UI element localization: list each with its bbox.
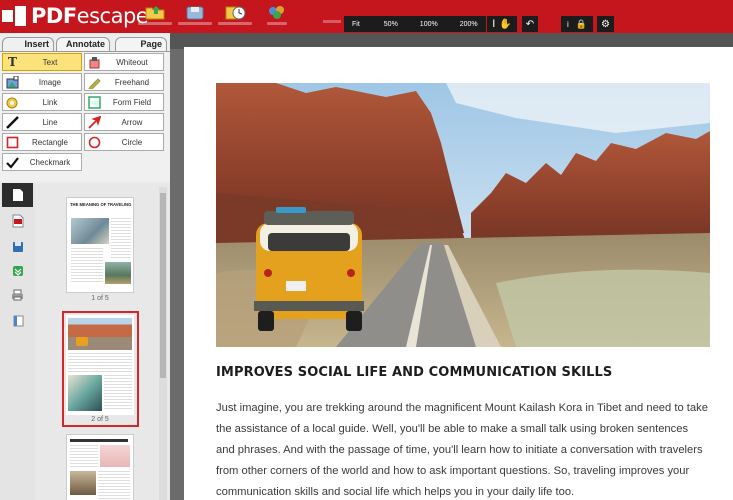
pdf-document-button[interactable] (2, 209, 33, 233)
logo[interactable]: PDFescape (2, 2, 149, 30)
print-button[interactable] (2, 283, 33, 307)
section-heading: IMPROVES SOCIAL LIFE AND COMMUNICATION S… (216, 365, 613, 380)
page-thumbnail-2[interactable] (66, 315, 134, 415)
paragraph-line: from other corners of the world and how … (216, 465, 690, 477)
tool-link[interactable]: Link (2, 93, 82, 111)
undo-icon: ↶ (525, 18, 535, 30)
layout-icon (13, 315, 23, 327)
layout-button[interactable] (2, 309, 33, 333)
tool-whiteout[interactable]: Whiteout (84, 53, 164, 71)
tool-freehand[interactable]: Freehand (84, 73, 164, 91)
history-clock-icon[interactable] (218, 3, 252, 25)
info-icon: i (567, 19, 569, 29)
download-button[interactable] (2, 259, 33, 283)
image-icon (6, 75, 19, 89)
zoom-50[interactable]: 50% (368, 21, 406, 28)
document-viewer: IMPROVES SOCIAL LIFE AND COMMUNICATION S… (170, 33, 733, 500)
zoom-controls: Fit 50% 100% 200% (344, 16, 486, 32)
body-paragraph: Just imagine, you are trekking around th… (216, 398, 721, 500)
hero-image (216, 83, 710, 347)
insert-tools: T Text Whiteout Image Freehand Link Form… (0, 51, 170, 181)
desert-road-van-photo (216, 83, 710, 347)
settings-button[interactable]: ⚙ (597, 16, 614, 32)
link-icon (6, 96, 19, 109)
save-disk-icon[interactable] (178, 3, 212, 25)
zoom-100[interactable]: 100% (406, 21, 446, 28)
logo-text: PDFescape (31, 4, 149, 28)
tool-text[interactable]: T Text (2, 53, 82, 71)
page-thumbnail-3[interactable] (66, 434, 134, 500)
zoom-label (323, 20, 341, 23)
left-panel: Insert Annotate Page T Text Whiteout Ima… (0, 33, 170, 500)
form-field-icon (88, 96, 101, 109)
eraser-icon (88, 56, 101, 69)
tool-image[interactable]: Image (2, 73, 82, 91)
page-thumbnails: THE MEANING OF TRAVELING 1 of 5 2 of 5 (35, 183, 170, 500)
page-thumbnails-button[interactable] (2, 183, 33, 207)
logo-icon (2, 4, 28, 28)
tool-tabs: Insert Annotate Page (0, 35, 170, 51)
pdfescape-app: PDFescape Fit 50% 100% 200% I ✋ ↶ i 🔒 ⚙ … (0, 0, 733, 500)
tab-annotate[interactable]: Annotate (56, 37, 110, 51)
undo-button[interactable]: ↶ (522, 16, 538, 32)
arrow-icon (88, 115, 102, 129)
share-icon[interactable] (266, 3, 288, 25)
text-T-icon: T (8, 55, 17, 69)
tool-line[interactable]: Line (2, 113, 82, 131)
page-icon (12, 189, 23, 201)
tab-page[interactable]: Page (115, 37, 167, 51)
lock-icon: 🔒 (575, 18, 587, 29)
paragraph-line: Just imagine, you are trekking around th… (216, 402, 708, 414)
text-select-tool-button[interactable]: I ✋ (487, 16, 517, 32)
zoom-200[interactable]: 200% (446, 21, 486, 28)
pencil-icon (88, 76, 101, 90)
tool-arrow[interactable]: Arrow (84, 113, 164, 131)
pdf-page[interactable]: IMPROVES SOCIAL LIFE AND COMMUNICATION S… (184, 47, 733, 500)
printer-icon (12, 289, 23, 301)
thumbnail-caption: 1 of 5 (91, 295, 109, 302)
sidebar-icon-bar (0, 183, 35, 500)
paragraph-line: communication skills and social life whi… (216, 486, 575, 498)
top-toolbar: PDFescape Fit 50% 100% 200% I ✋ ↶ i 🔒 ⚙ (0, 0, 733, 33)
thumbnail-caption: 2 of 5 (91, 416, 109, 423)
page-thumbnail-1[interactable]: THE MEANING OF TRAVELING (66, 197, 134, 293)
open-folder-icon[interactable] (138, 3, 172, 25)
paragraph-line: the assistance of a local guide. Well, y… (216, 423, 689, 435)
zoom-fit[interactable]: Fit (344, 21, 368, 28)
paragraph-line: and phrases. And with the passage of tim… (216, 444, 703, 456)
tool-circle[interactable]: Circle (84, 133, 164, 151)
thumbnail-title: THE MEANING OF TRAVELING (70, 202, 132, 207)
download-icon (12, 266, 23, 276)
thumbnail-scrollbar-thumb[interactable] (160, 193, 166, 378)
tool-rectangle[interactable]: Rectangle (2, 133, 82, 151)
floppy-disk-icon (12, 242, 23, 252)
pdf-icon (12, 214, 23, 228)
tab-insert[interactable]: Insert (2, 37, 54, 51)
line-icon (6, 116, 19, 129)
hand-icon: ✋ (499, 18, 512, 30)
save-button[interactable] (2, 235, 33, 259)
circle-icon (88, 136, 101, 149)
tool-checkmark[interactable]: Checkmark (2, 153, 82, 171)
checkmark-icon (6, 156, 19, 169)
rectangle-icon (6, 136, 19, 149)
tool-form-field[interactable]: Form Field (84, 93, 164, 111)
text-cursor-icon: I (492, 18, 496, 30)
security-buttons[interactable]: i 🔒 (561, 16, 593, 32)
gear-icon: ⚙ (601, 18, 610, 30)
